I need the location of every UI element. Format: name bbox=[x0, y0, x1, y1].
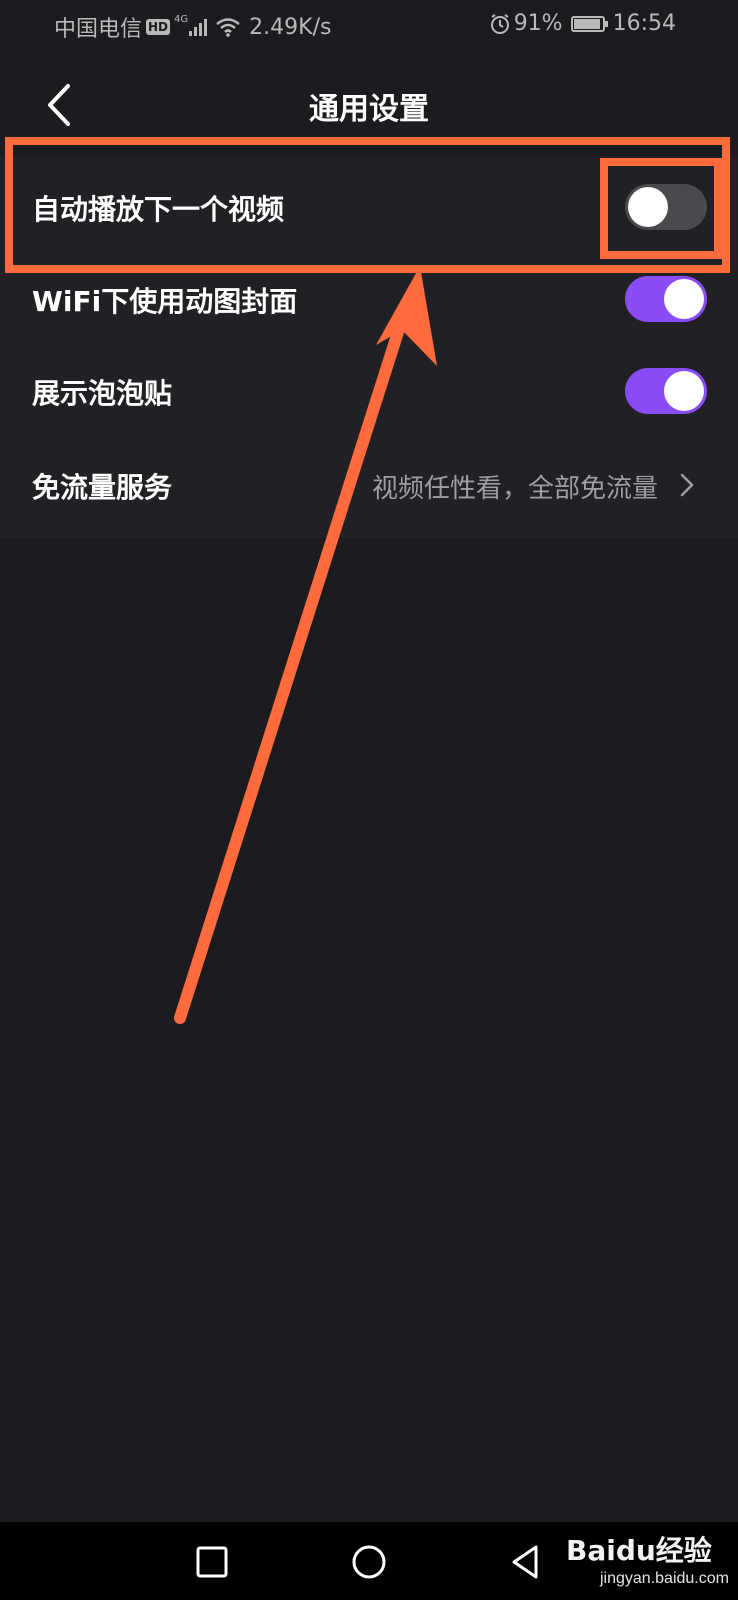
autoplay-toggle[interactable] bbox=[625, 184, 707, 230]
alarm-icon bbox=[490, 13, 509, 34]
setting-row-wifi-gif[interactable]: WiFi下使用动图封面 bbox=[0, 252, 738, 344]
watermark-logo: Baidu经验 bbox=[566, 1534, 712, 1567]
network-type: 4G bbox=[174, 13, 189, 25]
bubble-toggle[interactable] bbox=[625, 368, 707, 414]
watermark-url: jingyan.baidu.com bbox=[600, 1570, 729, 1587]
chevron-right-icon bbox=[680, 473, 694, 497]
status-bar-left: 中国电信 HD 4G 2.49K/s bbox=[54, 11, 331, 43]
settings-list: 自动播放下一个视频 WiFi下使用动图封面 展示泡泡贴 免流量服务 视频任性看，… bbox=[0, 156, 738, 538]
network-speed: 2.49K/s bbox=[249, 14, 332, 40]
page-header: 通用设置 bbox=[0, 52, 738, 156]
setting-label: 免流量服务 bbox=[32, 471, 173, 504]
wifi-icon bbox=[216, 18, 240, 37]
clock: 16:54 bbox=[612, 11, 676, 36]
status-bar-right: 91% 16:54 bbox=[489, 11, 676, 36]
home-icon[interactable] bbox=[349, 1542, 389, 1582]
toggle-knob bbox=[628, 187, 668, 227]
status-bar: 中国电信 HD 4G 2.49K/s 91% 16:54 bbox=[0, 0, 738, 52]
setting-label: 自动播放下一个视频 bbox=[32, 193, 285, 226]
setting-row-autoplay[interactable]: 自动播放下一个视频 bbox=[0, 160, 738, 252]
battery-percent: 91% bbox=[513, 11, 563, 36]
setting-row-free-data[interactable]: 免流量服务 视频任性看，全部免流量 bbox=[0, 438, 738, 530]
battery-icon bbox=[570, 15, 608, 32]
hd-badge: HD bbox=[146, 19, 171, 35]
page-title: 通用设置 bbox=[309, 92, 429, 127]
setting-description: 视频任性看，全部免流量 bbox=[371, 474, 658, 504]
toggle-knob bbox=[664, 371, 704, 411]
wifi-gif-toggle[interactable] bbox=[625, 276, 707, 322]
setting-label: WiFi下使用动图封面 bbox=[32, 285, 298, 318]
setting-row-bubble[interactable]: 展示泡泡贴 bbox=[0, 344, 738, 436]
setting-label: 展示泡泡贴 bbox=[32, 377, 173, 410]
signal-icon bbox=[189, 18, 209, 36]
recent-apps-icon[interactable] bbox=[192, 1542, 232, 1582]
toggle-knob bbox=[664, 279, 704, 319]
back-triangle-icon[interactable] bbox=[506, 1542, 546, 1582]
carrier-name: 中国电信 bbox=[54, 17, 143, 42]
